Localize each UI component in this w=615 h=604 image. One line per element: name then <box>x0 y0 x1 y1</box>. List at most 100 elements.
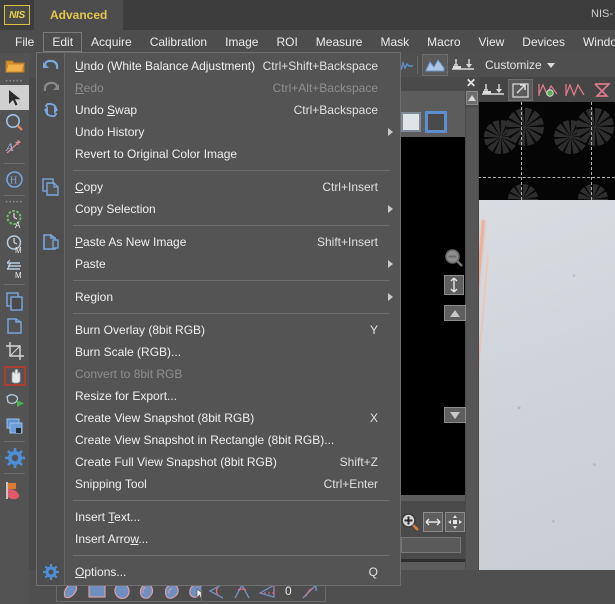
crop-icon[interactable] <box>0 338 29 363</box>
menu-separator <box>73 225 390 226</box>
menu-image[interactable]: Image <box>216 32 267 52</box>
menu-item-label: Convert to 8bit RGB <box>75 367 182 381</box>
left-toolbar: ••••• A H ••••• A M M <box>0 53 29 604</box>
scroll-up-button[interactable] <box>466 91 478 105</box>
menu-item-shortcut: X <box>370 411 378 425</box>
menu-item-create-view-snapshot-in-rectangle-8bit-rgb[interactable]: Create View Snapshot in Rectangle (8bit … <box>65 429 400 451</box>
close-icon[interactable]: ✕ <box>466 77 476 89</box>
menu-item-label: Undo Swap <box>75 103 137 117</box>
menu-mask[interactable]: Mask <box>371 32 418 52</box>
copy-icon <box>40 176 62 198</box>
menu-item-convert-to-8bit-rgb: Convert to 8bit RGB <box>65 363 400 385</box>
thumbnail-light[interactable] <box>401 112 421 132</box>
menu-item-create-view-snapshot-8bit-rgb[interactable]: Create View Snapshot (8bit RGB) X <box>65 407 400 429</box>
curve-peak-icon[interactable] <box>562 79 587 101</box>
svg-text:H: H <box>10 176 17 187</box>
nis-logo-icon[interactable]: NIS <box>4 5 30 25</box>
menu-acquire[interactable]: Acquire <box>82 32 141 52</box>
menu-item-label: Burn Scale (RGB)... <box>75 345 181 359</box>
image-canvas[interactable] <box>478 102 615 578</box>
fan-pattern-region <box>478 102 615 200</box>
menu-item-label: Paste As New Image <box>75 235 186 249</box>
toolbar-divider <box>4 441 25 442</box>
menu-item-insert-arrow[interactable]: Insert Arrow... <box>65 528 400 550</box>
menu-item-burn-overlay-8bit-rgb[interactable]: Burn Overlay (8bit RGB)Y <box>65 319 400 341</box>
menu-item-shortcut: Y <box>370 323 378 337</box>
customize-button[interactable]: Customize <box>485 58 555 72</box>
fit-all-icon[interactable] <box>445 512 465 532</box>
advanced-tab[interactable]: Advanced <box>34 0 123 30</box>
capture-run-icon[interactable] <box>0 388 29 413</box>
menu-macro[interactable]: Macro <box>418 32 469 52</box>
lut-curve-icon[interactable] <box>422 54 448 76</box>
menu-item-undo-white-balance-adjustment[interactable]: Undo (White Balance Adjustment)Ctrl+Shif… <box>65 55 400 77</box>
menu-calibration[interactable]: Calibration <box>141 32 216 52</box>
menu-item-label: Create View Snapshot (8bit RGB) <box>75 411 254 425</box>
menu-item-paste-as-new-image[interactable]: Paste As New ImageShift+Insert <box>65 231 400 253</box>
menu-item-insert-text[interactable]: Insert Text... <box>65 506 400 528</box>
menu-file[interactable]: File <box>6 32 43 52</box>
title-bar: NIS Advanced NIS- <box>0 0 615 30</box>
fit-width-icon[interactable] <box>423 512 443 532</box>
menu-view[interactable]: View <box>470 32 514 52</box>
menu-item-label: Resize for Export... <box>75 389 177 403</box>
navigator-zoom-tools <box>399 509 465 535</box>
menu-item-create-full-view-snapshot-8bit-rgb[interactable]: Create Full View Snapshot (8bit RGB)Shif… <box>65 451 400 473</box>
zoom-in-icon[interactable] <box>399 511 421 533</box>
levels-icon[interactable] <box>450 54 476 76</box>
hourglass-icon[interactable] <box>589 79 614 101</box>
chevron-down-icon <box>547 63 555 68</box>
levels-icon[interactable] <box>481 79 506 101</box>
edit-dropdown-menu[interactable]: Undo (White Balance Adjustment)Ctrl+Shif… <box>36 52 401 586</box>
settings-gear-icon[interactable] <box>0 445 29 470</box>
menu-item-revert-to-original-color-image[interactable]: Revert to Original Color Image <box>65 143 400 165</box>
menu-devices[interactable]: Devices <box>513 32 574 52</box>
curve-point-icon[interactable] <box>535 79 560 101</box>
menu-item-copy[interactable]: CopyCtrl+Insert <box>65 176 400 198</box>
manual-capture-icon[interactable]: M <box>0 231 29 256</box>
menu-item-label: Redo <box>75 81 104 95</box>
menu-item-paste[interactable]: Paste <box>65 253 400 275</box>
toolbar-grip[interactable]: ••••• <box>0 78 29 85</box>
submenu-arrow-icon <box>388 260 393 268</box>
menu-item-undo-history[interactable]: Undo History <box>65 121 400 143</box>
menu-roi[interactable]: ROI <box>267 32 306 52</box>
thumbnail-dark[interactable] <box>425 111 447 133</box>
thumbnail-row <box>401 109 463 135</box>
menu-item-snipping-tool[interactable]: Snipping ToolCtrl+Enter <box>65 473 400 495</box>
pointer-select-icon[interactable] <box>0 85 29 110</box>
expand-button[interactable] <box>444 407 466 423</box>
navigator-panel: ✕ <box>398 77 478 578</box>
toolbar-grip[interactable]: ••••• <box>0 199 29 206</box>
menu-item-undo-swap[interactable]: Undo SwapCtrl+Backspace <box>65 99 400 121</box>
expand-arrow-icon[interactable] <box>508 79 533 101</box>
layers-icon[interactable] <box>0 413 29 438</box>
home-view-icon[interactable]: H <box>0 167 29 192</box>
menu-item-burn-scale-rgb[interactable]: Burn Scale (RGB)... <box>65 341 400 363</box>
menu-item-label: Create View Snapshot in Rectangle (8bit … <box>75 433 334 447</box>
fit-height-icon[interactable] <box>444 275 464 295</box>
menu-item-shortcut: Ctrl+Alt+Backspace <box>273 81 378 95</box>
hand-pan-icon[interactable] <box>0 363 29 388</box>
navigator-scrollbar[interactable] <box>466 107 478 577</box>
menu-item-copy-selection[interactable]: Copy Selection <box>65 198 400 220</box>
navigator-value-field[interactable] <box>401 537 461 553</box>
measure-flag-icon[interactable] <box>0 477 29 502</box>
auto-capture-icon[interactable]: A <box>0 206 29 231</box>
collapse-button[interactable] <box>444 305 466 321</box>
annotate-text-icon[interactable]: A <box>0 135 29 160</box>
menu-separator <box>73 170 390 171</box>
zoom-magnifier-icon[interactable] <box>0 110 29 135</box>
menu-item-label: Revert to Original Color Image <box>75 147 237 161</box>
paste-doc-icon[interactable] <box>0 313 29 338</box>
menu-edit[interactable]: Edit <box>43 32 82 52</box>
menu-measure[interactable]: Measure <box>307 32 372 52</box>
multi-capture-icon[interactable]: M <box>0 256 29 281</box>
menu-item-options[interactable]: Options...Q <box>65 561 400 583</box>
menu-item-region[interactable]: Region <box>65 286 400 308</box>
menu-window[interactable]: Window <box>574 32 615 52</box>
zoom-out-icon[interactable] <box>443 247 465 269</box>
menu-item-resize-for-export[interactable]: Resize for Export... <box>65 385 400 407</box>
open-folder-icon[interactable] <box>0 53 29 78</box>
copy-doc-icon[interactable] <box>0 288 29 313</box>
